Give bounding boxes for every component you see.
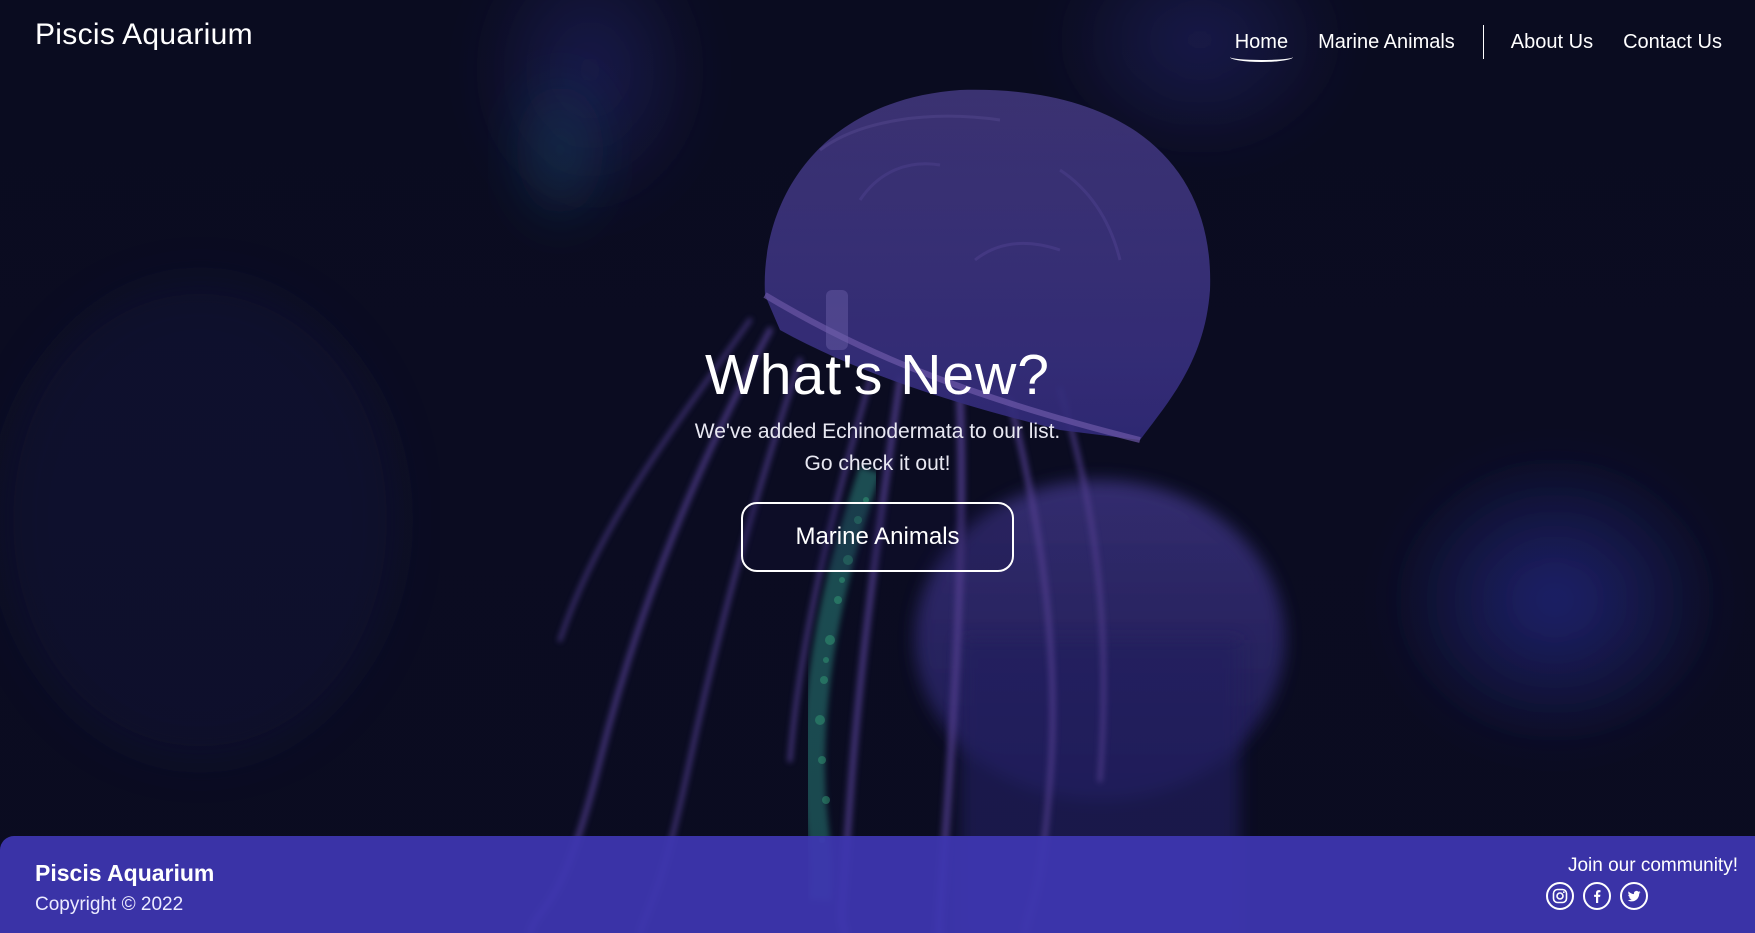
instagram-icon[interactable] — [1546, 882, 1574, 910]
nav-about-us[interactable]: About Us — [1496, 22, 1608, 62]
join-community-label: Join our community! — [1567, 855, 1738, 876]
hero-description-line-1: We've added Echinodermata to our list. — [694, 420, 1061, 443]
nav-contact-us[interactable]: Contact Us — [1608, 22, 1737, 62]
footer-copyright: Copyright © 2022 — [35, 894, 184, 915]
social-links — [1546, 882, 1648, 910]
hero-title: What's New? — [705, 343, 1050, 407]
hero-description: We've added Echinodermata to our list. G… — [0, 416, 1755, 480]
page: Piscis Aquarium Home Marine Animals Abou… — [0, 0, 1755, 933]
marine-animals-button[interactable]: Marine Animals — [741, 502, 1014, 572]
hero-description-line-2: Go check it out! — [804, 452, 951, 475]
nav-divider — [1482, 25, 1484, 59]
main-nav: Home Marine Animals About Us Contact Us — [1220, 22, 1737, 62]
nav-home[interactable]: Home — [1220, 22, 1303, 62]
footer: Piscis Aquarium Copyright © 2022 Join ou… — [0, 836, 1755, 933]
facebook-icon[interactable] — [1583, 882, 1611, 910]
nav-marine-animals[interactable]: Marine Animals — [1303, 22, 1470, 62]
footer-brand: Piscis Aquarium — [35, 860, 215, 886]
site-logo[interactable]: Piscis Aquarium — [35, 18, 253, 52]
twitter-icon[interactable] — [1620, 882, 1648, 910]
hero-section: What's New? We've added Echinodermata to… — [0, 340, 1755, 572]
